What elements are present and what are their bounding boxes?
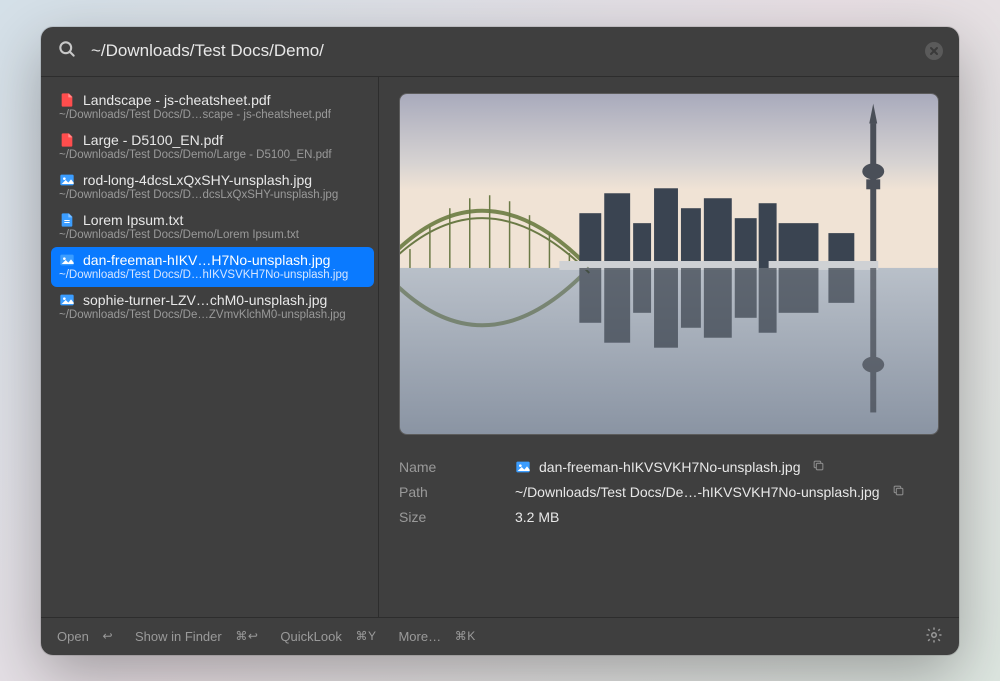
result-item[interactable]: dan-freeman-hIKV…H7No-unsplash.jpg~/Down… [51, 247, 374, 287]
quicklook-action[interactable]: QuickLook ⌘Y [280, 629, 376, 644]
pdf-icon [59, 92, 75, 108]
spotlight-window: Landscape - js-cheatsheet.pdf~/Downloads… [41, 27, 959, 655]
meta-path-label: Path [399, 484, 515, 500]
result-item[interactable]: Large - D5100_EN.pdf~/Downloads/Test Doc… [51, 127, 374, 167]
meta-name-label: Name [399, 459, 515, 475]
preview-image [399, 93, 939, 435]
result-item[interactable]: Lorem Ipsum.txt~/Downloads/Test Docs/Dem… [51, 207, 374, 247]
image-icon [515, 459, 531, 475]
result-title: Lorem Ipsum.txt [83, 212, 183, 228]
preview-pane: Name dan-freeman-hIKVSVKH7No-unsplash.jp… [379, 77, 959, 617]
meta-size-label: Size [399, 509, 515, 525]
main-split: Landscape - js-cheatsheet.pdf~/Downloads… [41, 77, 959, 617]
result-item[interactable]: rod-long-4dcsLxQxSHY-unsplash.jpg~/Downl… [51, 167, 374, 207]
text-file-icon [59, 212, 75, 228]
show-in-finder-action[interactable]: Show in Finder ⌘↩ [135, 629, 258, 644]
search-icon [57, 39, 77, 64]
result-title: Landscape - js-cheatsheet.pdf [83, 92, 271, 108]
more-action[interactable]: More… ⌘K [398, 629, 475, 644]
result-title: rod-long-4dcsLxQxSHY-unsplash.jpg [83, 172, 312, 188]
open-action[interactable]: Open ↩ [57, 629, 113, 644]
image-icon [59, 252, 75, 268]
result-item[interactable]: Landscape - js-cheatsheet.pdf~/Downloads… [51, 87, 374, 127]
meta-size-value: 3.2 MB [515, 509, 559, 525]
clear-search-button[interactable] [925, 42, 943, 60]
result-item[interactable]: sophie-turner-LZV…chM0-unsplash.jpg~/Dow… [51, 287, 374, 327]
result-path: ~/Downloads/Test Docs/D…scape - js-cheat… [59, 109, 366, 121]
result-title: dan-freeman-hIKV…H7No-unsplash.jpg [83, 252, 330, 268]
copy-name-button[interactable] [812, 459, 825, 475]
gear-icon[interactable] [925, 626, 943, 647]
meta-path-value: ~/Downloads/Test Docs/De…-hIKVSVKH7No-un… [515, 484, 880, 500]
copy-path-button[interactable] [892, 484, 905, 500]
pdf-icon [59, 132, 75, 148]
result-path: ~/Downloads/Test Docs/D…hIKVSVKH7No-unsp… [59, 269, 366, 281]
search-bar [41, 27, 959, 77]
result-path: ~/Downloads/Test Docs/Demo/Large - D5100… [59, 149, 366, 161]
results-list: Landscape - js-cheatsheet.pdf~/Downloads… [41, 77, 379, 617]
preview-metadata: Name dan-freeman-hIKVSVKH7No-unsplash.jp… [399, 459, 939, 534]
result-path: ~/Downloads/Test Docs/De…ZVmvKlchM0-unsp… [59, 309, 366, 321]
image-icon [59, 172, 75, 188]
search-input[interactable] [91, 41, 911, 61]
result-title: sophie-turner-LZV…chM0-unsplash.jpg [83, 292, 327, 308]
footer-actions: Open ↩ Show in Finder ⌘↩ QuickLook ⌘Y Mo… [41, 617, 959, 655]
meta-name-value: dan-freeman-hIKVSVKH7No-unsplash.jpg [539, 459, 800, 475]
result-title: Large - D5100_EN.pdf [83, 132, 223, 148]
image-icon [59, 292, 75, 308]
result-path: ~/Downloads/Test Docs/Demo/Lorem Ipsum.t… [59, 229, 366, 241]
result-path: ~/Downloads/Test Docs/D…dcsLxQxSHY-unspl… [59, 189, 366, 201]
